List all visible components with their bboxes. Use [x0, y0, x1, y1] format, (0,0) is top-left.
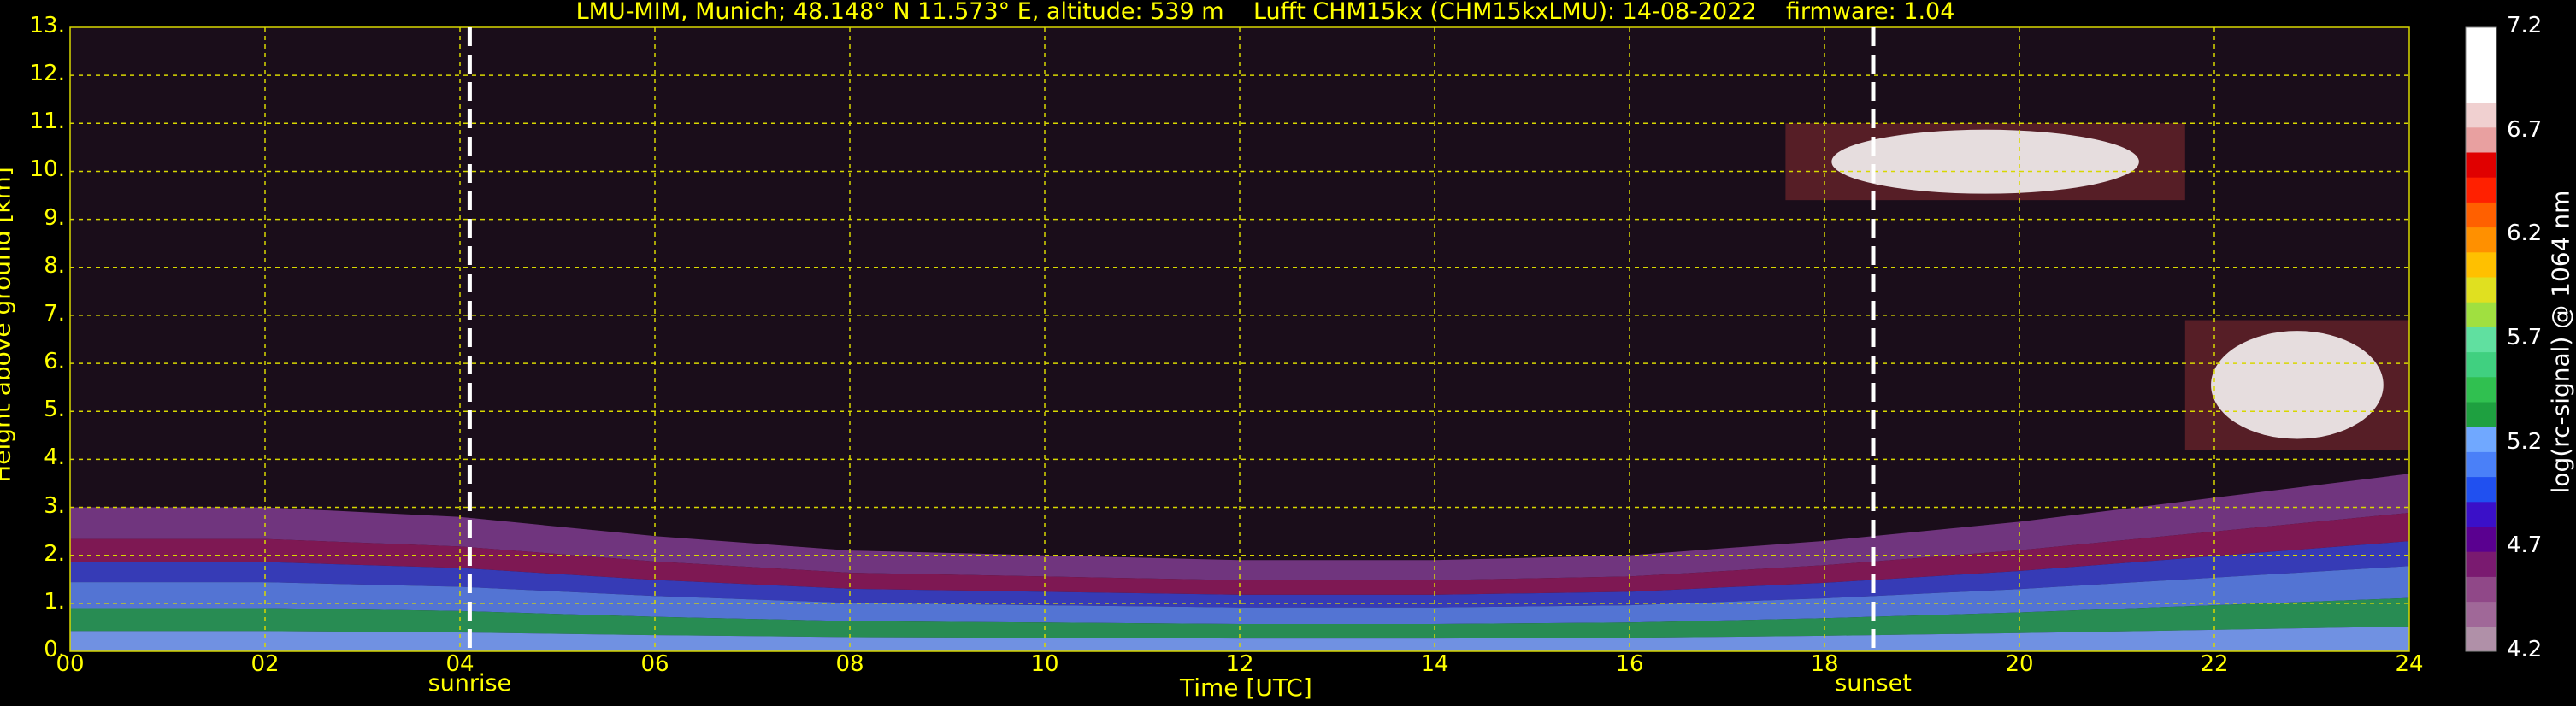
colorbar-tick-2: 5.2	[2507, 428, 2543, 455]
y-tick-11: 11.	[29, 109, 65, 135]
y-tick-3: 3.	[44, 492, 65, 519]
colorbar-tick-5: 6.7	[2507, 116, 2543, 143]
y-tick-1: 1.	[44, 588, 65, 615]
colorbar-segment-4	[2466, 527, 2496, 552]
colorbar-segment-23	[2466, 52, 2496, 78]
y-tick-4: 4.	[44, 444, 65, 471]
x-tick-24: 24	[2395, 651, 2424, 677]
colorbar-segment-20	[2466, 126, 2496, 153]
colorbar-tick-3: 5.7	[2507, 325, 2543, 350]
y-tick-0: 0.	[44, 637, 65, 662]
y-tick-12: 12.	[29, 61, 65, 87]
y-tick-9: 9.	[44, 204, 65, 231]
y-tick-8: 8.	[44, 252, 65, 279]
colorbar-segment-24	[2466, 27, 2496, 53]
x-tick-22: 22	[2200, 651, 2229, 677]
y-tick-13: 13.	[29, 13, 65, 38]
colorbar-segment-11	[2466, 351, 2496, 378]
colorbar-segment-0	[2466, 626, 2496, 652]
event-label-sunrise: sunrise	[427, 670, 512, 697]
x-tick-08: 08	[835, 651, 864, 677]
colorbar-segment-19	[2466, 152, 2496, 178]
colorbar-segment-18	[2466, 177, 2496, 203]
colorbar-segment-3	[2466, 551, 2496, 577]
colorbar-segment-9	[2466, 402, 2496, 427]
y-tick-7: 7.	[44, 300, 65, 327]
x-axis-label: Time [UTC]	[1180, 674, 1312, 702]
colorbar-segment-7	[2466, 451, 2496, 478]
colorbar	[2465, 26, 2497, 652]
colorbar-tick-6: 7.2	[2507, 13, 2543, 38]
event-label-sunset: sunset	[1835, 670, 1912, 697]
y-tick-5: 5.	[44, 397, 65, 423]
colorbar-segment-10	[2466, 376, 2496, 403]
colorbar-tick-4: 6.2	[2507, 221, 2543, 247]
cloud-core-1	[2211, 331, 2384, 439]
y-tick-2: 2.	[44, 540, 65, 567]
colorbar-label: log(rc-signal) @ 1064 nm	[2546, 190, 2575, 494]
colorbar-segment-1	[2466, 601, 2496, 627]
colorbar-segment-6	[2466, 476, 2496, 503]
colorbar-segment-8	[2466, 427, 2496, 452]
colorbar-segment-5	[2466, 501, 2496, 527]
y-tick-6: 6.	[44, 349, 65, 375]
y-tick-10: 10.	[29, 156, 65, 183]
x-tick-02: 02	[251, 651, 280, 677]
colorbar-segment-14	[2466, 277, 2496, 303]
colorbar-segment-22	[2466, 77, 2496, 103]
colorbar-segment-12	[2466, 327, 2496, 353]
colorbar-tick-0: 4.2	[2507, 637, 2543, 662]
x-tick-06: 06	[640, 651, 669, 677]
colorbar-segment-13	[2466, 302, 2496, 327]
x-tick-10: 10	[1030, 651, 1059, 677]
colorbar-segment-16	[2466, 227, 2496, 253]
colorbar-segment-2	[2466, 576, 2496, 603]
x-tick-14: 14	[1420, 651, 1449, 677]
cloud-core-0	[1831, 129, 2139, 194]
y-axis-label: Height above ground [km]	[0, 167, 16, 483]
colorbar-segment-17	[2466, 202, 2496, 228]
ceilometer-chart	[69, 26, 2497, 652]
colorbar-segment-21	[2466, 102, 2496, 128]
colorbar-segment-15	[2466, 251, 2496, 278]
x-tick-12: 12	[1225, 651, 1254, 677]
x-tick-16: 16	[1615, 651, 1644, 677]
x-tick-20: 20	[2005, 651, 2034, 677]
chart-title: LMU-MIM, Munich; 48.148° N 11.573° E, al…	[575, 0, 1955, 25]
colorbar-tick-1: 4.7	[2507, 532, 2543, 559]
